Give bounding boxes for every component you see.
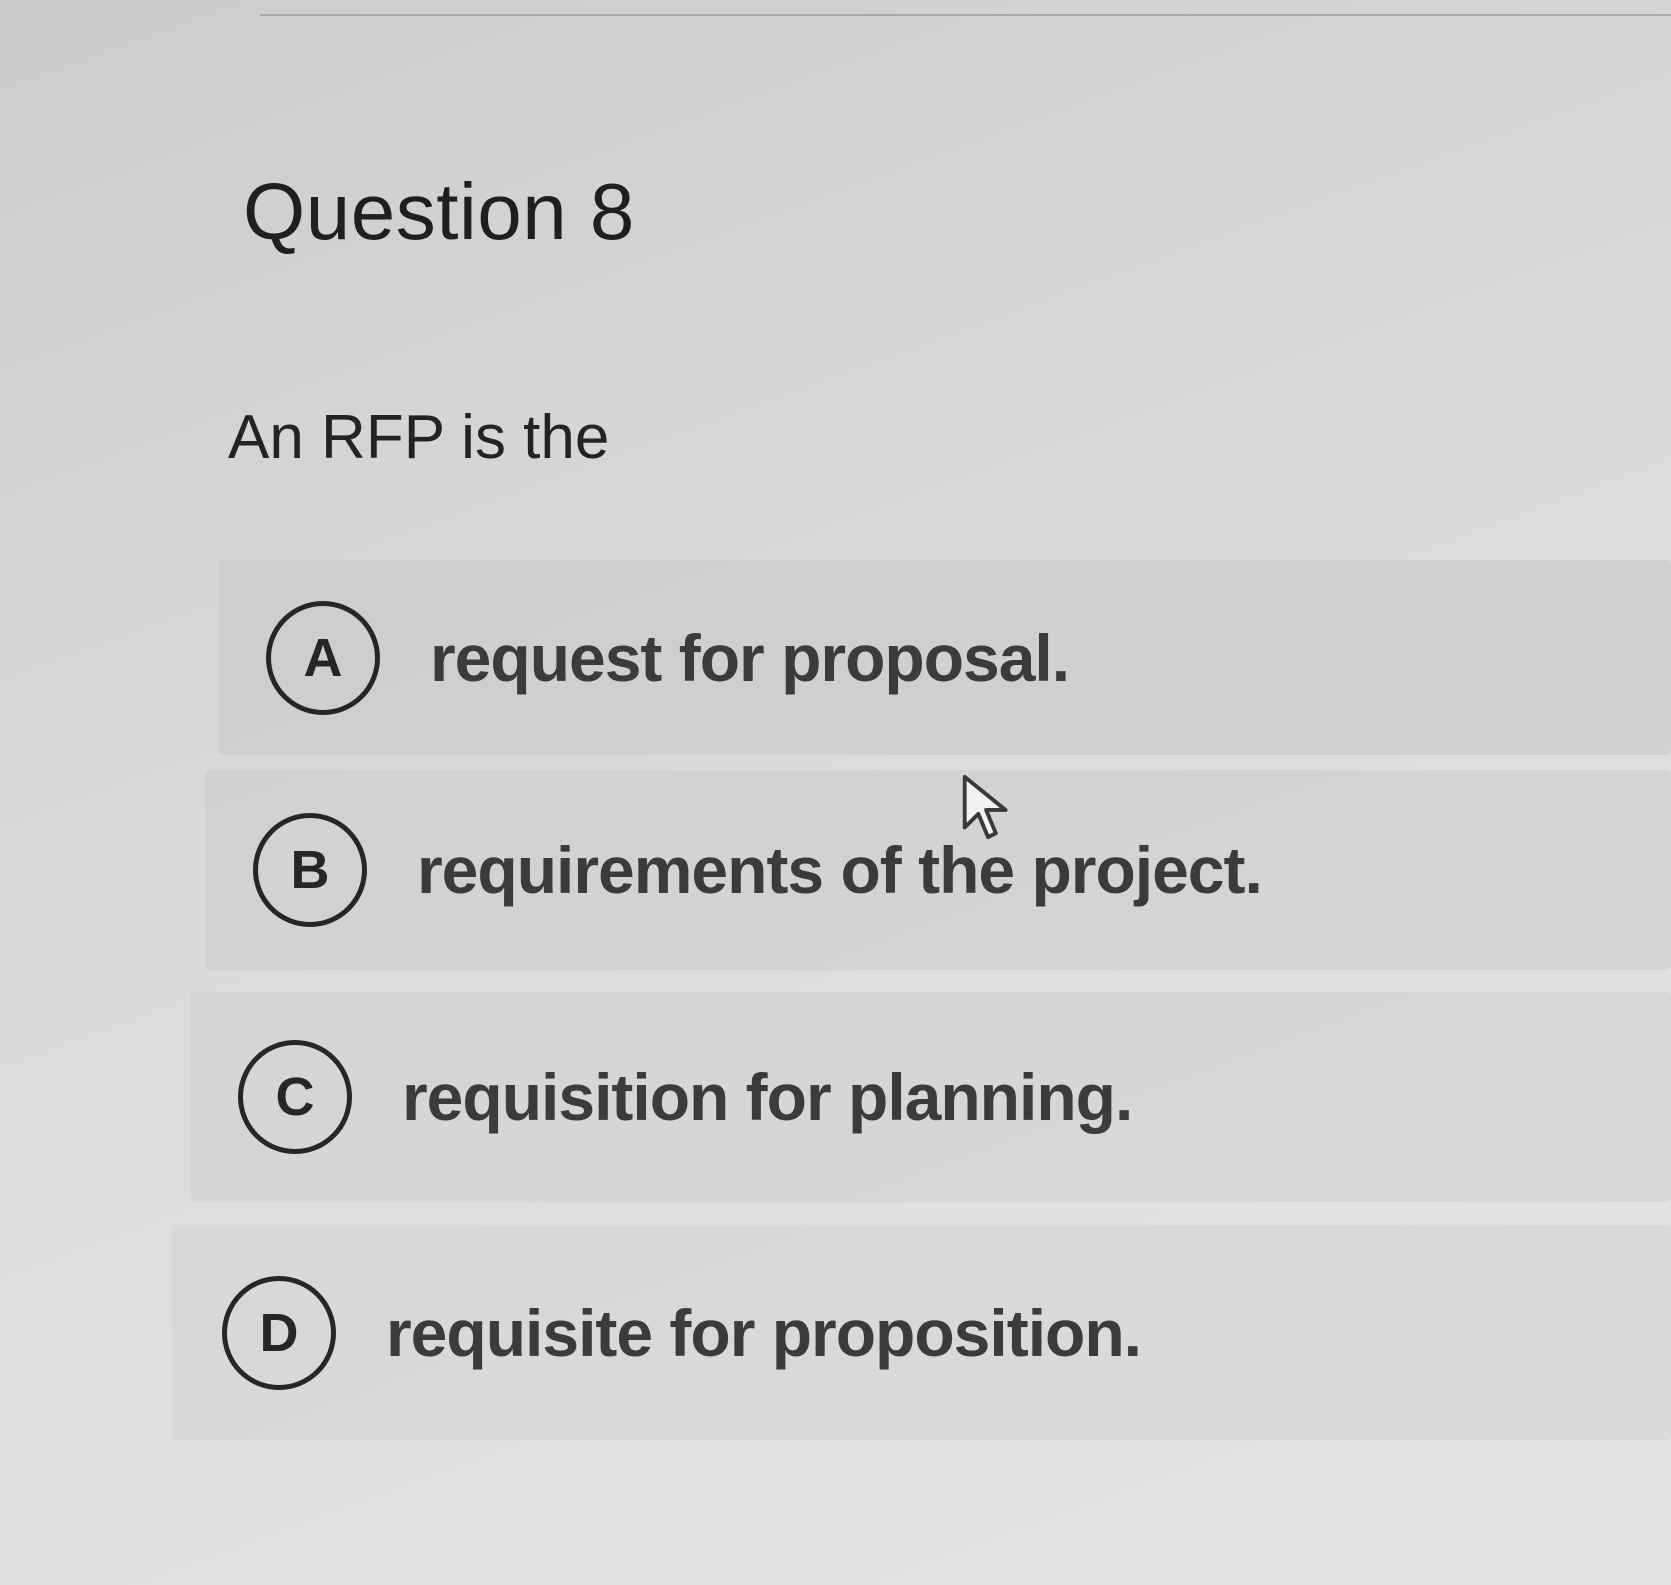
mouse-pointer-icon: [962, 774, 1008, 840]
option-b-letter-badge: B: [253, 813, 367, 927]
option-d-text: requisite for proposition.: [386, 1295, 1142, 1370]
option-d[interactable]: D requisite for proposition.: [172, 1225, 1671, 1440]
option-c-letter-badge: C: [238, 1040, 352, 1154]
option-a-text: request for proposal.: [430, 620, 1070, 695]
option-b-text: requirements of the project.: [417, 833, 1263, 907]
answer-options: A request for proposal. B requirements o…: [0, 0, 1671, 1585]
option-c-text: requisition for planning.: [402, 1060, 1133, 1134]
option-d-letter-badge: D: [222, 1275, 336, 1390]
option-a-letter-badge: A: [266, 600, 380, 715]
option-c[interactable]: C requisition for planning.: [190, 992, 1671, 1202]
option-b[interactable]: B requirements of the project.: [205, 770, 1671, 970]
option-a[interactable]: A request for proposal.: [218, 560, 1671, 755]
